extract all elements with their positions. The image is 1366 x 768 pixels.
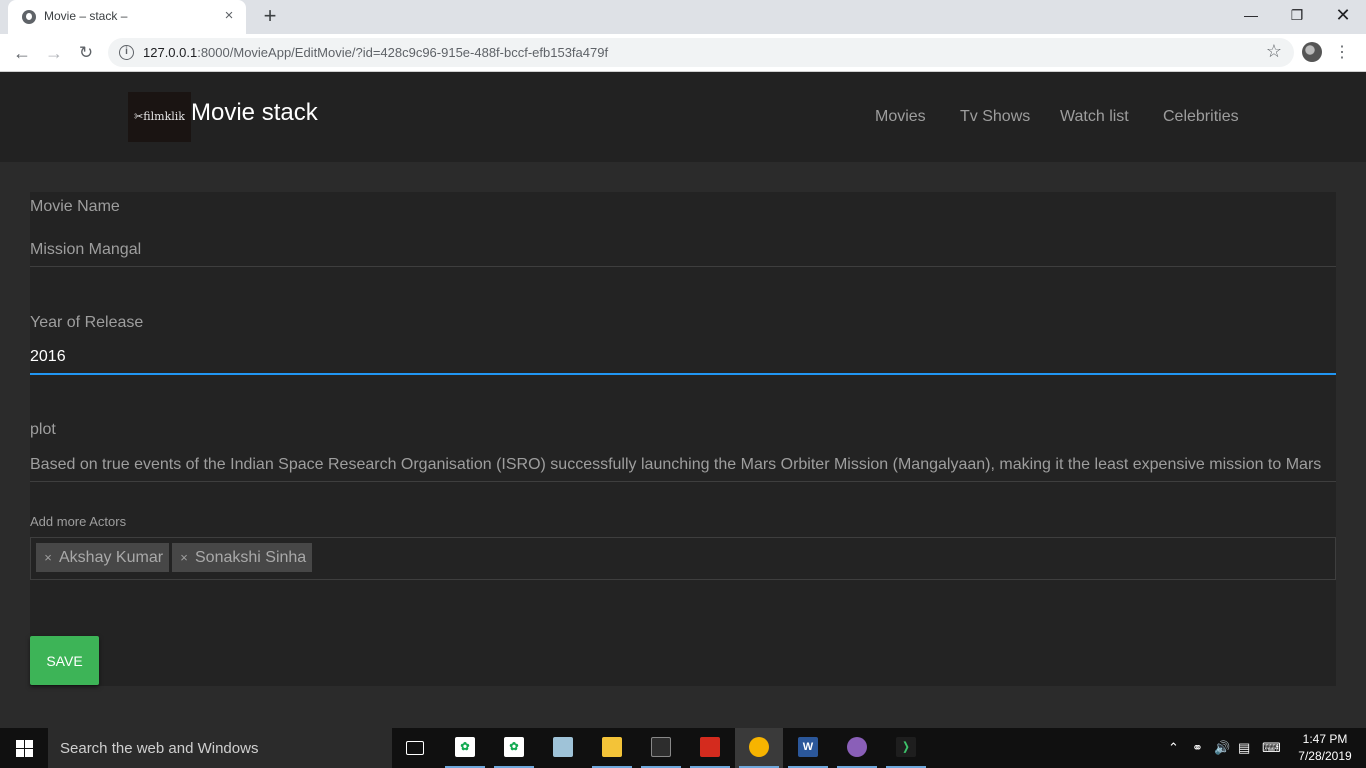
chrome-icon <box>749 737 769 757</box>
plot-input[interactable] <box>30 448 1336 482</box>
taskbar-search-box[interactable]: Search the web and Windows <box>48 728 392 768</box>
actor-chip: × Akshay Kumar <box>36 543 170 572</box>
browser-toolbar: ← → ↻ i 127.0.0.1:8000/MovieApp/EditMovi… <box>0 34 1366 72</box>
remove-chip-icon[interactable]: × <box>40 543 56 572</box>
tab-close-icon[interactable]: × <box>220 7 238 25</box>
terminal-icon <box>651 737 671 757</box>
movie-name-input[interactable] <box>30 233 1336 267</box>
start-icon-pane <box>16 749 24 757</box>
actor-name: Akshay Kumar <box>59 549 164 566</box>
address-bar[interactable]: i 127.0.0.1:8000/MovieApp/EditMovie/?id=… <box>108 38 1294 67</box>
mongodb-app-icon[interactable]: ✿ <box>490 728 538 768</box>
brand-logo[interactable]: ✂filmklik <box>128 92 191 142</box>
nav-link-tv-shows[interactable]: Tv Shows <box>960 108 1030 126</box>
file-explorer-app-icon[interactable] <box>588 728 636 768</box>
pdf-icon <box>700 737 720 757</box>
url-host: 127.0.0.1 <box>143 45 198 60</box>
octocat-icon <box>847 737 867 757</box>
save-button[interactable]: SAVE <box>30 636 99 685</box>
task-view-icon[interactable] <box>392 728 440 768</box>
notepad-app-icon[interactable] <box>539 728 587 768</box>
folder-icon <box>602 737 622 757</box>
notifications-icon[interactable]: ▤ <box>1238 740 1250 756</box>
vscode-icon: ❭ <box>896 737 916 757</box>
leaf-icon: ✿ <box>504 737 524 757</box>
clock-date: 7/28/2019 <box>1298 749 1352 763</box>
nav-link-movies[interactable]: Movies <box>875 108 926 126</box>
word-icon: W <box>798 737 818 757</box>
task-view-glyph <box>406 741 424 755</box>
tab-title: Movie – stack – <box>44 9 128 23</box>
add-actors-label: Add more Actors <box>30 514 127 529</box>
window-maximize-button[interactable]: ❐ <box>1274 0 1320 30</box>
chrome-app-icon[interactable] <box>735 728 783 768</box>
nav-link-celebrities[interactable]: Celebrities <box>1163 108 1239 126</box>
window-close-button[interactable]: ✕ <box>1320 0 1366 30</box>
actor-chip: × Sonakshi Sinha <box>172 543 313 572</box>
actors-select[interactable]: × Akshay Kumar × Sonakshi Sinha <box>30 537 1336 580</box>
movie-name-label: Movie Name <box>30 198 120 215</box>
word-app-icon[interactable]: W <box>784 728 832 768</box>
clock-time: 1:47 PM <box>1302 732 1348 746</box>
notepad-icon <box>553 737 573 757</box>
window-minimize-button[interactable]: — <box>1228 0 1274 30</box>
windows-start-icon[interactable] <box>0 728 48 768</box>
info-icon[interactable]: i <box>119 45 134 60</box>
vscode-app-icon[interactable]: ❭ <box>882 728 930 768</box>
keyboard-icon[interactable]: ⌨ <box>1262 740 1281 756</box>
start-icon-pane <box>25 740 33 748</box>
url-path: :8000/MovieApp/EditMovie/?id=428c9c96-91… <box>197 45 609 60</box>
windows-taskbar: Search the web and Windows ✿ ✿ W ❭ ⌃ ⚭ 🔊… <box>0 728 1366 768</box>
terminal-app-icon[interactable] <box>637 728 685 768</box>
back-arrow-icon[interactable]: ← <box>9 40 35 66</box>
remove-chip-icon[interactable]: × <box>176 543 192 572</box>
year-of-release-input[interactable] <box>30 341 1336 375</box>
actor-name: Sonakshi Sinha <box>195 549 307 566</box>
globe-icon <box>22 10 36 24</box>
year-of-release-label: Year of Release <box>30 314 144 331</box>
show-hidden-icons-chevron-icon[interactable]: ⌃ <box>1168 740 1179 756</box>
plot-label: plot <box>30 421 56 438</box>
mongodb-compass-app-icon[interactable]: ✿ <box>441 728 489 768</box>
site-navbar: ✂filmklik Movie stack Movies Tv Shows Wa… <box>0 72 1366 162</box>
taskbar-search-placeholder: Search the web and Windows <box>60 740 259 757</box>
start-icon-pane <box>16 740 24 748</box>
nav-link-watch-list[interactable]: Watch list <box>1060 108 1129 126</box>
volume-icon[interactable]: 🔊 <box>1214 740 1230 756</box>
reload-icon[interactable]: ↻ <box>73 40 99 66</box>
new-tab-button[interactable]: + <box>258 5 282 29</box>
bookmark-star-icon[interactable]: ☆ <box>1266 41 1282 62</box>
profile-avatar[interactable] <box>1302 42 1322 62</box>
browser-tabstrip: Movie – stack – × + — ❐ ✕ <box>0 0 1366 34</box>
taskbar-clock[interactable]: 1:47 PM 7/28/2019 <box>1290 731 1360 765</box>
browser-tab[interactable]: Movie – stack – × <box>8 0 246 34</box>
brand-name[interactable]: Movie stack <box>191 99 318 127</box>
network-icon[interactable]: ⚭ <box>1192 740 1203 756</box>
start-icon-pane <box>25 749 33 757</box>
edit-movie-form: Movie Name Year of Release plot Add more… <box>30 192 1336 686</box>
browser-menu-icon[interactable]: ⋮ <box>1334 40 1350 66</box>
acrobat-app-icon[interactable] <box>686 728 734 768</box>
leaf-icon: ✿ <box>455 737 475 757</box>
url-text[interactable]: 127.0.0.1:8000/MovieApp/EditMovie/?id=42… <box>143 45 608 60</box>
github-desktop-app-icon[interactable] <box>833 728 881 768</box>
forward-arrow-icon[interactable]: → <box>41 40 67 66</box>
